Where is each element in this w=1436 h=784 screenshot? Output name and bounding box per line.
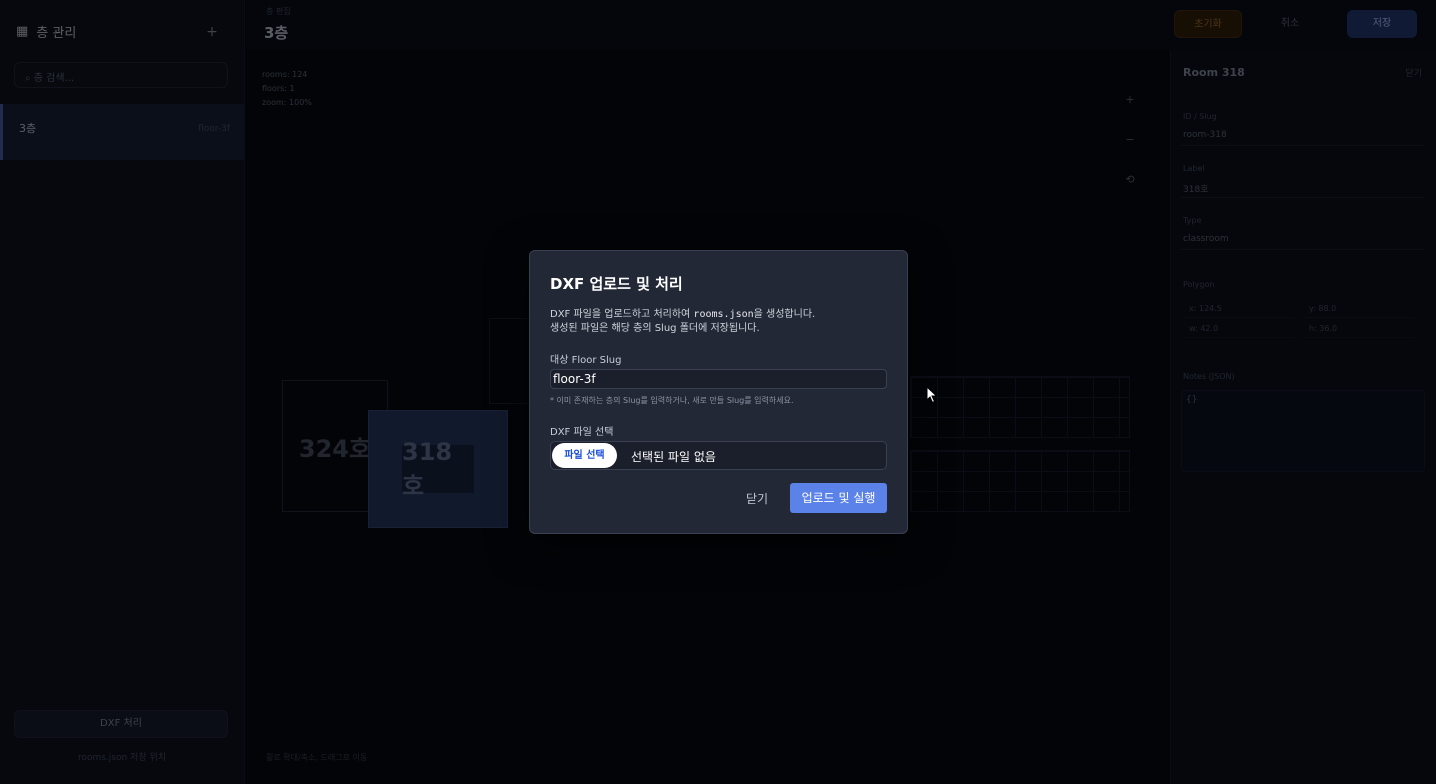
app-root: ▦ 층 관리 + ⌕ 층 검색... 3층 floor-3f DXF 처리 ro…	[0, 0, 1436, 784]
file-label: DXF 파일 선택	[550, 427, 614, 438]
floor-slug-input[interactable]	[550, 369, 887, 389]
desc-text: 을 생성합니다.	[753, 309, 816, 320]
choose-file-button[interactable]: 파일 선택	[552, 443, 617, 468]
desc-text: DXF 파일을 업로드하고 처리하여	[550, 309, 694, 320]
modal-description: DXF 파일을 업로드하고 처리하여 rooms.json을 생성합니다. 생성…	[550, 308, 890, 336]
modal-title: DXF 업로드 및 처리	[550, 275, 683, 293]
file-input[interactable]: 파일 선택 선택된 파일 없음	[550, 441, 887, 470]
close-button[interactable]: 닫기	[746, 490, 768, 507]
file-status: 선택된 파일 없음	[631, 450, 716, 464]
desc-text: 생성된 파일은 해당 층의 Slug 폴더에 저장됩니다.	[550, 323, 760, 334]
slug-label: 대상 Floor Slug	[550, 355, 622, 366]
slug-hint: * 이미 존재하는 층의 Slug를 입력하거나, 새로 만들 Slug를 입력…	[550, 396, 794, 405]
upload-run-button[interactable]: 업로드 및 실행	[790, 483, 887, 513]
mouse-cursor-icon	[926, 386, 938, 404]
desc-code: rooms.json	[693, 309, 754, 320]
dxf-upload-modal: DXF 업로드 및 처리 DXF 파일을 업로드하고 처리하여 rooms.js…	[529, 250, 908, 534]
